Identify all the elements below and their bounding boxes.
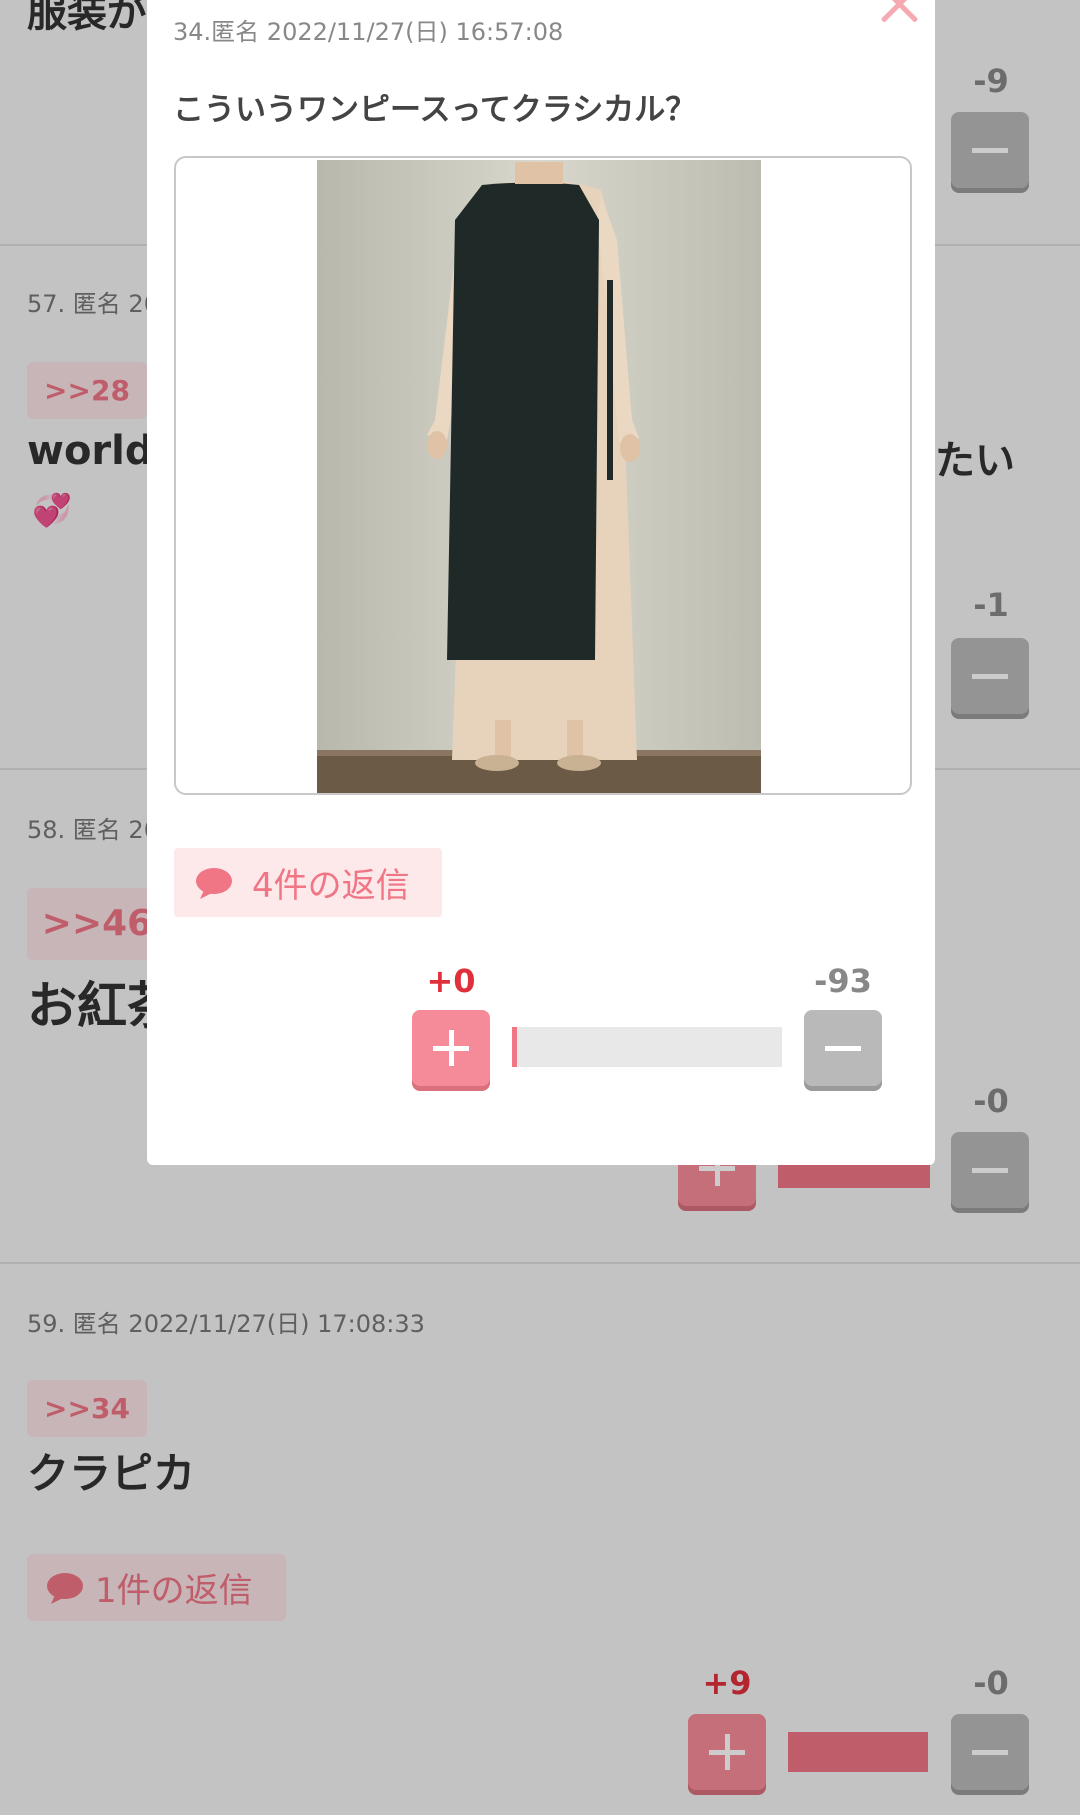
- reply-label: 4件の返信: [252, 866, 410, 906]
- vote-bar-fill: [512, 1027, 518, 1067]
- minus-icon: [825, 1045, 861, 1051]
- dress-photo: [317, 160, 761, 793]
- minus-count: -93: [814, 962, 872, 1000]
- vote-bar: [512, 1027, 782, 1067]
- close-icon[interactable]: [877, 0, 921, 26]
- image-frame[interactable]: [174, 156, 912, 795]
- speech-bubble-icon: [196, 867, 232, 899]
- reply-button[interactable]: 4件の返信: [174, 848, 442, 917]
- plus-button[interactable]: [412, 1010, 490, 1086]
- comment-text: こういうワンピースってクラシカル？: [173, 92, 697, 128]
- comment-meta: 34.匿名 2022/11/27(日) 16:57:08: [173, 18, 564, 46]
- plus-count: +0: [426, 962, 476, 1000]
- comment-modal: 34.匿名 2022/11/27(日) 16:57:08 こういうワンピースって…: [147, 0, 935, 1165]
- minus-button[interactable]: [804, 1010, 882, 1086]
